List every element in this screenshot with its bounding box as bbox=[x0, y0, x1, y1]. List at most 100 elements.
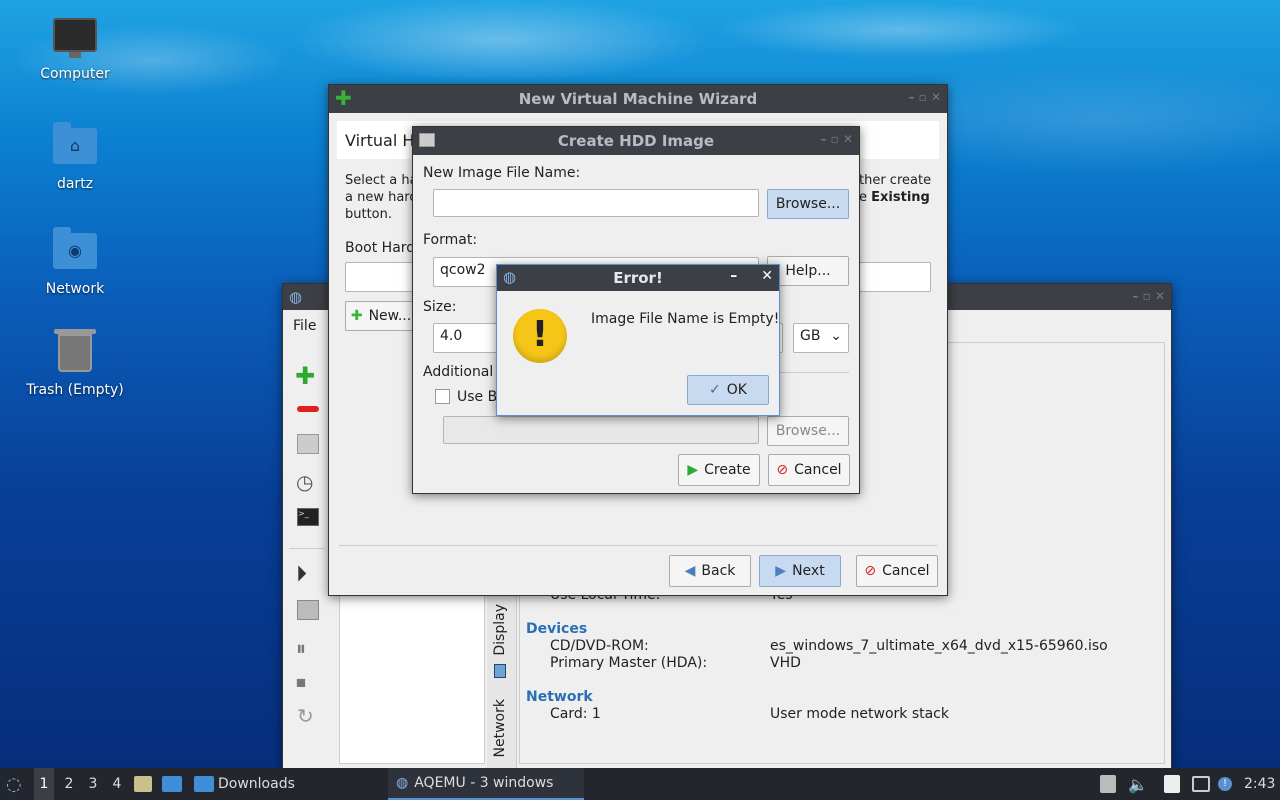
minimize-icon[interactable]: – bbox=[730, 268, 737, 284]
arrow-right-icon: ▶ bbox=[775, 563, 787, 579]
desktop-icon-computer[interactable]: Computer bbox=[22, 18, 128, 82]
wizard-title: New Virtual Machine Wizard bbox=[518, 90, 758, 108]
additional-label: Additional bbox=[423, 364, 494, 380]
hdd-title: Create HDD Image bbox=[557, 132, 715, 150]
taskbar: ◌ 1 2 3 4 Downloads ◍ AQEMU - 3 windows … bbox=[0, 768, 1280, 800]
hdd-cancel-button[interactable]: ⊘ Cancel bbox=[768, 454, 850, 486]
file-manager-icon[interactable] bbox=[134, 768, 152, 800]
network-folder-icon: ◉ bbox=[53, 227, 97, 275]
stop-icon[interactable]: ⏹ bbox=[296, 670, 306, 694]
filename-label: New Image File Name: bbox=[423, 165, 581, 181]
workspace-1[interactable]: 1 bbox=[34, 768, 54, 800]
desktop-icon-label: Trash (Empty) bbox=[26, 382, 124, 398]
cancel-icon: ⊘ bbox=[776, 462, 789, 478]
downloads-label: Downloads bbox=[218, 776, 295, 792]
hda-value: VHD bbox=[770, 655, 801, 671]
desktop-icon-label: Network bbox=[45, 281, 105, 297]
start-menu-icon[interactable]: ◌ bbox=[6, 768, 22, 800]
boot-hdd-field[interactable] bbox=[345, 262, 415, 292]
trash-icon bbox=[53, 329, 97, 376]
cancel-icon: ⊘ bbox=[864, 563, 877, 579]
clock[interactable]: 2:43 bbox=[1244, 768, 1275, 800]
pause-icon[interactable]: ⏸ bbox=[296, 636, 306, 660]
error-titlebar: ◍ Error! – ✕ bbox=[497, 265, 779, 291]
error-title: Error! bbox=[613, 269, 663, 287]
check-icon: ✓ bbox=[709, 382, 721, 398]
play-icon[interactable]: ⏵ bbox=[296, 562, 307, 587]
clock-icon[interactable]: ◷ bbox=[296, 470, 313, 494]
wizard-desc: a new hard bbox=[345, 190, 418, 205]
warning-icon: ! bbox=[513, 309, 567, 363]
home-folder-icon: ⌂ bbox=[53, 122, 97, 170]
desktop-icon-label: Computer bbox=[40, 66, 110, 82]
hda-label: Primary Master (HDA): bbox=[550, 655, 708, 671]
hdd-titlebar: Create HDD Image – ▫ ✕ bbox=[413, 127, 859, 155]
size-label: Size: bbox=[423, 299, 457, 315]
workspace-4[interactable]: 4 bbox=[108, 768, 126, 800]
eject-icon[interactable] bbox=[1100, 768, 1116, 800]
backing-file-input bbox=[443, 416, 759, 444]
card-value: User mode network stack bbox=[770, 706, 949, 722]
window-controls[interactable]: – ✕ bbox=[730, 268, 773, 284]
taskbar-downloads[interactable]: Downloads bbox=[194, 768, 295, 800]
boot-hdd-label: Boot Hard bbox=[345, 240, 416, 256]
desktop-icon-home[interactable]: ⌂ dartz bbox=[22, 122, 128, 192]
terminal-icon[interactable]: >_ bbox=[297, 508, 319, 526]
show-desktop-icon[interactable] bbox=[162, 768, 182, 800]
wizard-desc: button. bbox=[345, 207, 393, 222]
clipboard-icon[interactable] bbox=[1164, 768, 1180, 800]
workspace-3[interactable]: 3 bbox=[84, 768, 102, 800]
reload-icon[interactable]: ↻ bbox=[297, 704, 314, 728]
window-controls[interactable]: – ▫ ✕ bbox=[1132, 289, 1165, 303]
wizard-desc: e Existing bbox=[859, 190, 930, 205]
hdd-title-icon bbox=[419, 133, 435, 147]
format-label: Format: bbox=[423, 232, 478, 248]
new-hdd-button[interactable]: ✚ New... bbox=[345, 301, 417, 331]
size-unit-select[interactable]: GB ⌄ bbox=[793, 323, 849, 353]
volume-icon[interactable]: 🔈 bbox=[1128, 768, 1148, 800]
tab-display[interactable]: Display bbox=[492, 604, 508, 656]
desktop-icon-trash[interactable]: Trash (Empty) bbox=[22, 329, 128, 398]
close-icon[interactable]: ✕ bbox=[761, 268, 773, 284]
menu-file[interactable]: File bbox=[293, 318, 316, 334]
ok-button[interactable]: ✓ OK bbox=[687, 375, 769, 405]
workspace-2[interactable]: 2 bbox=[60, 768, 78, 800]
aqemu-app-icon: ◍ bbox=[503, 268, 517, 286]
taskbar-aqemu[interactable]: ◍ AQEMU - 3 windows bbox=[388, 768, 584, 800]
wizard-titlebar: ✚ New Virtual Machine Wizard – ▫ ✕ bbox=[329, 85, 947, 113]
play-icon: ▶ bbox=[687, 462, 699, 478]
aqemu-app-icon: ◍ bbox=[289, 288, 303, 306]
create-button[interactable]: ▶ Create bbox=[678, 454, 760, 486]
use-backing-checkbox[interactable] bbox=[435, 389, 450, 404]
hdd-icon[interactable] bbox=[297, 434, 319, 454]
save-icon[interactable] bbox=[297, 600, 319, 620]
aqemu-toolbar: ✚ ◷ >_ ⏵ ⏸ ⏹ ↻ bbox=[289, 348, 325, 748]
wizard-desc: ther create bbox=[859, 173, 932, 188]
aqemu-task-label: AQEMU - 3 windows bbox=[414, 775, 554, 791]
folder-icon bbox=[194, 776, 214, 792]
tab-network[interactable]: Network bbox=[492, 699, 508, 757]
network-heading: Network bbox=[526, 689, 593, 705]
add-vm-icon[interactable]: ✚ bbox=[295, 362, 315, 390]
add-icon: ✚ bbox=[350, 308, 363, 324]
card-label: Card: 1 bbox=[550, 706, 601, 722]
notification-icon[interactable]: ! bbox=[1218, 768, 1232, 800]
wizard-add-icon: ✚ bbox=[335, 86, 352, 110]
next-button[interactable]: ▶ Next bbox=[759, 555, 841, 587]
filename-input[interactable] bbox=[433, 189, 759, 217]
cdrom-value: es_windows_7_ultimate_x64_dvd_x15-65960.… bbox=[770, 638, 1108, 654]
aqemu-app-icon: ◍ bbox=[396, 775, 409, 791]
remove-vm-icon[interactable] bbox=[297, 406, 319, 412]
display-icon bbox=[494, 664, 506, 678]
browse-button[interactable]: Browse... bbox=[767, 189, 849, 219]
window-controls[interactable]: – ▫ ✕ bbox=[908, 90, 941, 104]
network-status-icon[interactable] bbox=[1192, 768, 1210, 800]
window-controls[interactable]: – ▫ ✕ bbox=[820, 132, 853, 146]
wizard-cancel-button[interactable]: ⊘ Cancel bbox=[856, 555, 938, 587]
error-dialog: ◍ Error! – ✕ ! Image File Name is Empty! … bbox=[496, 264, 780, 416]
desktop-icon-network[interactable]: ◉ Network bbox=[22, 227, 128, 297]
boot-hdd-field-right[interactable] bbox=[859, 262, 931, 292]
back-button[interactable]: ◀ Back bbox=[669, 555, 751, 587]
desktop-icon-label: dartz bbox=[56, 176, 94, 192]
computer-icon bbox=[53, 18, 97, 60]
